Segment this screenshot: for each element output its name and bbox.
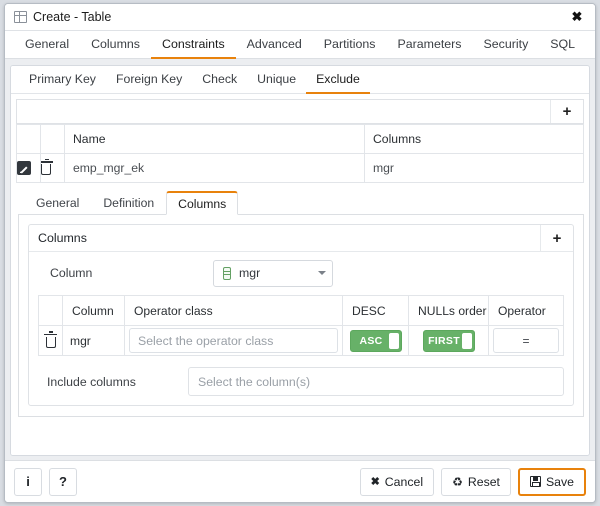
subtab-unique[interactable]: Unique bbox=[247, 66, 306, 94]
columns-panel: Columns + Column mgr Column Operator cla… bbox=[28, 224, 574, 406]
row-desc-cell: ASC bbox=[342, 325, 409, 356]
row-nulls-order-cell: FIRST bbox=[408, 325, 489, 356]
header-operator-class: Operator class bbox=[124, 295, 343, 326]
dialog-body: Primary Key Foreign Key Check Unique Exc… bbox=[5, 59, 595, 460]
subtab-foreign-key[interactable]: Foreign Key bbox=[106, 66, 192, 94]
save-button[interactable]: Save bbox=[517, 467, 586, 496]
desc-toggle[interactable]: ASC bbox=[349, 329, 402, 352]
trash-icon[interactable] bbox=[41, 158, 53, 176]
add-exclude-constraint-button[interactable]: + bbox=[551, 100, 583, 123]
inner-tab-columns[interactable]: Columns bbox=[166, 191, 239, 215]
constraint-detail-tabs: General Definition Columns bbox=[18, 191, 584, 215]
table-icon bbox=[14, 11, 27, 23]
add-column-button[interactable]: + bbox=[541, 225, 573, 251]
help-button[interactable]: ? bbox=[49, 467, 77, 496]
row-delete-cell[interactable] bbox=[38, 325, 63, 356]
inner-tab-general[interactable]: General bbox=[24, 191, 91, 214]
row-name: emp_mgr_ek bbox=[64, 153, 365, 183]
tab-columns[interactable]: Columns bbox=[80, 31, 151, 59]
tab-constraints[interactable]: Constraints bbox=[151, 31, 236, 59]
tab-partitions[interactable]: Partitions bbox=[313, 31, 387, 59]
save-icon bbox=[529, 476, 541, 487]
row-edit-cell[interactable] bbox=[16, 153, 41, 183]
save-button-label: Save bbox=[545, 474, 574, 489]
header-delete-col bbox=[38, 295, 63, 326]
column-icon bbox=[223, 266, 231, 280]
subtab-exclude[interactable]: Exclude bbox=[306, 66, 370, 94]
columns-panel-header: Columns + bbox=[29, 225, 573, 252]
row-columns: mgr bbox=[364, 153, 584, 183]
inner-tab-definition[interactable]: Definition bbox=[91, 191, 166, 214]
reset-button[interactable]: ♻ Reset bbox=[441, 467, 511, 496]
row-operator-cell: = bbox=[488, 325, 564, 356]
main-tabs: General Columns Constraints Advanced Par… bbox=[5, 31, 595, 59]
close-icon[interactable]: ✖ bbox=[567, 7, 587, 27]
operator-select[interactable]: = bbox=[493, 328, 559, 353]
reset-button-label: Reset bbox=[467, 474, 500, 489]
row-column: mgr bbox=[62, 325, 125, 356]
toolbar-spacer bbox=[17, 100, 551, 123]
tab-security[interactable]: Security bbox=[473, 31, 540, 59]
row-delete-cell[interactable] bbox=[40, 153, 65, 183]
header-delete-col bbox=[40, 124, 65, 154]
include-columns-input[interactable]: Select the column(s) bbox=[188, 367, 564, 396]
constraint-detail-wrap: General Definition Columns Columns + Col… bbox=[11, 183, 589, 455]
toggle-knob bbox=[388, 332, 399, 349]
tab-parameters[interactable]: Parameters bbox=[386, 31, 472, 59]
cancel-button[interactable]: ✖ Cancel bbox=[359, 467, 435, 496]
edit-icon[interactable] bbox=[17, 161, 31, 176]
close-icon: ✖ bbox=[370, 476, 380, 488]
create-table-dialog: Create - Table ✖ General Columns Constra… bbox=[4, 3, 596, 503]
header-nulls-order: NULLs order bbox=[408, 295, 489, 326]
constraint-sub-tabs: Primary Key Foreign Key Check Unique Exc… bbox=[11, 66, 589, 94]
header-edit-col bbox=[16, 124, 41, 154]
include-columns-placeholder: Select the column(s) bbox=[198, 374, 311, 389]
columns-tab-body: Columns + Column mgr Column Operator cla… bbox=[18, 215, 584, 417]
include-columns-label: Include columns bbox=[47, 374, 136, 389]
header-desc: DESC bbox=[342, 295, 409, 326]
dialog-footer: i ? ✖ Cancel ♻ Reset Save bbox=[5, 460, 595, 502]
trash-icon[interactable] bbox=[44, 331, 58, 348]
exclude-grid-toolbar: + bbox=[16, 99, 584, 124]
operator-value: = bbox=[522, 333, 530, 348]
header-column: Column bbox=[62, 295, 125, 326]
dialog-titlebar: Create - Table ✖ bbox=[5, 4, 595, 31]
columns-table-header-row: Column Operator class DESC NULLs order O… bbox=[38, 295, 564, 326]
operator-class-placeholder: Select the operator class bbox=[138, 333, 274, 348]
chevron-down-icon bbox=[318, 271, 326, 275]
constraints-panel: Primary Key Foreign Key Check Unique Exc… bbox=[10, 65, 590, 456]
column-select[interactable]: mgr bbox=[213, 259, 333, 287]
header-columns: Columns bbox=[364, 124, 584, 154]
toggle-knob bbox=[461, 332, 472, 349]
dialog-title: Create - Table bbox=[33, 10, 112, 24]
subtab-check[interactable]: Check bbox=[192, 66, 247, 94]
header-name: Name bbox=[64, 124, 365, 154]
column-field-row: Column mgr bbox=[38, 259, 564, 287]
subtab-primary-key[interactable]: Primary Key bbox=[19, 66, 106, 94]
tab-advanced[interactable]: Advanced bbox=[236, 31, 313, 59]
table-row: mgr Select the operator class ASC FIRST … bbox=[38, 325, 564, 356]
exclude-grid-wrap: + Name Columns emp_mgr_ek mgr bbox=[11, 94, 589, 183]
exclude-grid: Name Columns emp_mgr_ek mgr bbox=[16, 124, 584, 183]
tab-general[interactable]: General bbox=[14, 31, 80, 59]
cancel-button-label: Cancel bbox=[384, 474, 424, 489]
exclude-grid-header-row: Name Columns bbox=[16, 124, 584, 154]
column-select-value: mgr bbox=[239, 266, 261, 280]
header-operator: Operator bbox=[488, 295, 564, 326]
columns-panel-title: Columns bbox=[29, 225, 541, 251]
include-columns-row: Include columns Select the column(s) bbox=[38, 367, 564, 396]
tab-sql[interactable]: SQL bbox=[539, 31, 586, 59]
columns-panel-body: Column mgr Column Operator class DESC NU… bbox=[29, 252, 573, 405]
columns-table: Column Operator class DESC NULLs order O… bbox=[38, 295, 564, 356]
table-row[interactable]: emp_mgr_ek mgr bbox=[16, 153, 584, 183]
recycle-icon: ♻ bbox=[452, 474, 463, 489]
info-button[interactable]: i bbox=[14, 467, 42, 496]
column-field-label: Column bbox=[50, 266, 93, 280]
operator-class-select[interactable]: Select the operator class bbox=[129, 328, 338, 353]
row-operator-class-cell: Select the operator class bbox=[124, 325, 343, 356]
nulls-order-toggle[interactable]: FIRST bbox=[422, 329, 475, 352]
